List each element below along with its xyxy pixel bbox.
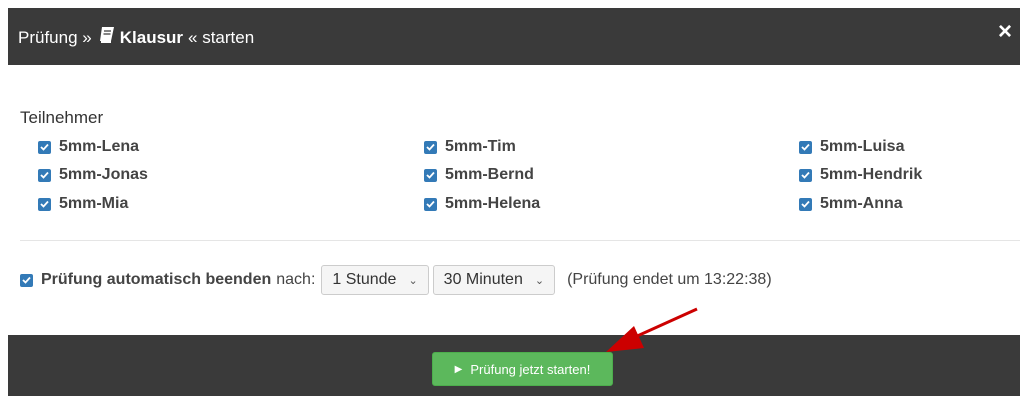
participant-name: 5mm-Hendrik [820,166,923,183]
participant-name: 5mm-Luisa [820,138,905,155]
auto-end-after-label: nach: [276,271,316,288]
participant-checkbox[interactable]: 5mm-Luisa [799,138,904,156]
minutes-select-value: 30 Minuten [443,271,523,288]
hours-select-value: 1 Stunde [332,271,397,288]
section-divider [20,240,1020,241]
dialog-footer: ▶ Prüfung jetzt starten! [8,335,1020,396]
participant-name: 5mm-Anna [820,195,903,212]
participant-checkbox[interactable]: 5mm-Bernd [424,166,534,184]
checkbox-checked-icon[interactable] [799,140,812,154]
participant-checkbox[interactable]: 5mm-Hendrik [799,166,922,184]
start-exam-dialog: Prüfung » Klausur « starten × Teilnehmer… [8,8,1020,396]
dialog-header: Prüfung » Klausur « starten × [8,8,1020,65]
checkbox-checked-icon[interactable] [38,140,51,154]
participant-name: 5mm-Mia [59,195,129,212]
checkbox-checked-icon[interactable] [799,168,812,182]
participant-name: 5mm-Helena [445,195,541,212]
auto-end-label: Prüfung automatisch beenden [41,271,272,288]
chevron-down-icon: ⌄ [408,274,418,287]
checkbox-checked-icon[interactable] [424,197,437,211]
checkbox-checked-icon[interactable] [424,168,437,182]
dialog-title: Prüfung » Klausur « starten [18,26,254,49]
hours-select[interactable]: 1 Stunde ⌄ [321,265,429,295]
participant-checkbox[interactable]: 5mm-Anna [799,195,903,213]
participant-checkbox[interactable]: 5mm-Lena [38,138,139,156]
start-exam-button[interactable]: ▶ Prüfung jetzt starten! [432,352,613,386]
book-icon [98,26,116,49]
participant-name: 5mm-Bernd [445,166,534,183]
participant-name: 5mm-Tim [445,138,516,155]
play-icon: ▶ [454,363,463,375]
checkbox-checked-icon[interactable] [38,168,51,182]
participants-heading: Teilnehmer [20,108,104,127]
minutes-select[interactable]: 30 Minuten ⌄ [432,265,556,295]
title-prefix: Prüfung » [18,27,92,47]
title-suffix: « starten [188,27,255,47]
checkbox-checked-icon[interactable] [799,197,812,211]
close-icon[interactable]: × [998,20,1012,44]
participant-checkbox[interactable]: 5mm-Tim [424,138,516,156]
start-exam-button-label: Prüfung jetzt starten! [470,361,591,377]
exam-name: Klausur [119,27,184,47]
end-time-text: (Prüfung endet um 13:22:38) [567,271,772,288]
chevron-down-icon: ⌄ [534,274,545,287]
auto-end-row: Prüfung automatisch beenden nach: 1 Stun… [20,264,772,296]
participant-checkbox[interactable]: 5mm-Mia [38,195,128,213]
auto-end-checkbox[interactable] [20,273,33,287]
checkbox-checked-icon[interactable] [424,140,437,154]
participant-checkbox[interactable]: 5mm-Jonas [38,166,148,184]
participant-name: 5mm-Lena [59,138,140,155]
checkbox-checked-icon[interactable] [38,197,51,211]
participant-name: 5mm-Jonas [59,166,148,183]
participant-checkbox[interactable]: 5mm-Helena [424,195,540,213]
